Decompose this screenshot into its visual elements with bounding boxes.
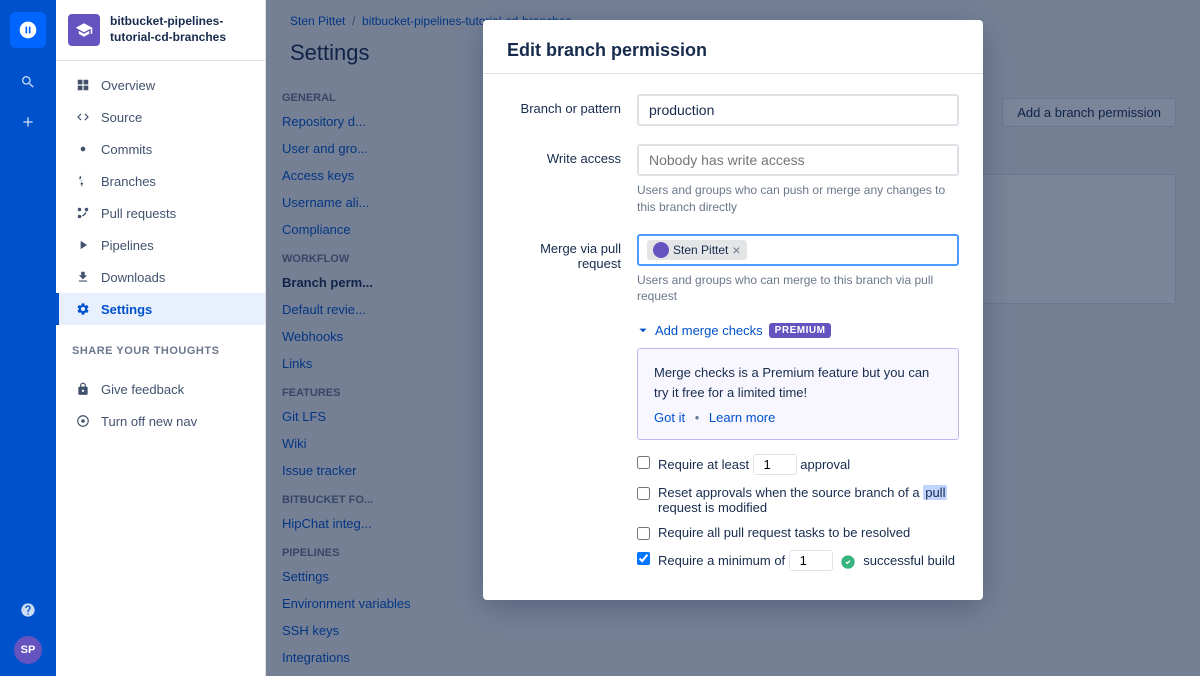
build-check-icon (840, 554, 856, 570)
sidebar-item-branches[interactable]: Branches (56, 165, 265, 197)
reset-approvals-checkbox[interactable] (637, 487, 650, 500)
sidebar-item-overview[interactable]: Overview (56, 69, 265, 101)
add-merge-checks-section: Add merge checks PREMIUM Merge checks is… (637, 323, 959, 571)
icon-bar: SP (0, 0, 56, 676)
app-logo[interactable] (10, 12, 46, 48)
overview-label: Overview (101, 78, 155, 93)
modal-header: Edit branch permission (483, 20, 983, 74)
help-icon[interactable] (10, 592, 46, 628)
reset-approvals-label: Reset approvals when the source branch o… (658, 485, 959, 515)
require-tasks-row: Require all pull request tasks to be res… (637, 525, 959, 540)
premium-badge: PREMIUM (769, 323, 832, 338)
modal-overlay: Edit branch permission Branch or pattern… (266, 0, 1200, 676)
nav-menu: Overview Source Commits Branches (56, 61, 265, 333)
sidebar-item-turn-off-nav[interactable]: Turn off new nav (56, 405, 265, 437)
branch-pattern-row: Branch or pattern (507, 94, 959, 126)
sidebar-item-pull-requests[interactable]: Pull requests (56, 197, 265, 229)
merge-pr-label: Merge via pull request (507, 234, 637, 271)
modal-body: Branch or pattern Write access Users and… (483, 74, 983, 600)
require-tasks-checkbox[interactable] (637, 527, 650, 540)
tag-label: Sten Pittet (673, 243, 728, 257)
footer-nav: Give feedback Turn off new nav (56, 365, 265, 445)
merge-pr-row: Merge via pull request Sten Pittet × Use… (507, 234, 959, 306)
add-merge-checks-label: Add merge checks (655, 323, 763, 338)
repo-header: bitbucket-pipelines-tutorial-cd-branches (56, 0, 265, 61)
branches-icon (75, 173, 91, 189)
modal-title: Edit branch permission (507, 40, 959, 61)
pull-requests-icon (75, 205, 91, 221)
settings-icon (75, 301, 91, 317)
require-build-checkbox[interactable] (637, 552, 650, 565)
downloads-icon (75, 269, 91, 285)
branch-pattern-label: Branch or pattern (507, 94, 637, 116)
write-access-label: Write access (507, 144, 637, 166)
require-build-row: Require a minimum of successful build (637, 550, 959, 571)
branches-label: Branches (101, 174, 156, 189)
feedback-icon (75, 381, 91, 397)
sten-pittet-tag: Sten Pittet × (647, 240, 747, 260)
create-icon[interactable] (10, 104, 46, 140)
source-icon (75, 109, 91, 125)
downloads-label: Downloads (101, 270, 165, 285)
sidebar-item-downloads[interactable]: Downloads (56, 261, 265, 293)
overview-icon (75, 77, 91, 93)
sidebar-item-source[interactable]: Source (56, 101, 265, 133)
repo-name: bitbucket-pipelines-tutorial-cd-branches (110, 14, 253, 45)
sidebar-item-commits[interactable]: Commits (56, 133, 265, 165)
sidebar-item-settings[interactable]: Settings (56, 293, 265, 325)
feedback-label: Give feedback (101, 382, 184, 397)
require-approval-row: Require at least approval (637, 454, 959, 475)
turn-off-nav-label: Turn off new nav (101, 414, 197, 429)
branch-pattern-field (637, 94, 959, 126)
merge-pr-tag-input[interactable]: Sten Pittet × (637, 234, 959, 266)
chevron-down-icon (637, 325, 649, 337)
edit-branch-permission-modal: Edit branch permission Branch or pattern… (483, 20, 983, 600)
learn-more-link-modal[interactable]: Learn more (709, 410, 775, 425)
sidebar-item-pipelines[interactable]: Pipelines (56, 229, 265, 261)
sidebar: bitbucket-pipelines-tutorial-cd-branches… (56, 0, 266, 676)
premium-notice-text: Merge checks is a Premium feature but yo… (654, 363, 942, 402)
tag-remove-button[interactable]: × (732, 243, 740, 257)
require-tasks-label: Require all pull request tasks to be res… (658, 525, 910, 540)
tag-user-avatar (653, 242, 669, 258)
approval-count-input[interactable] (753, 454, 797, 475)
share-thoughts-label: Share your thoughts (56, 333, 265, 365)
merge-pr-help: Users and groups who can merge to this b… (637, 272, 959, 306)
require-build-label: Require a minimum of successful build (658, 550, 955, 571)
pull-requests-label: Pull requests (101, 206, 176, 221)
require-approval-label: Require at least approval (658, 454, 850, 475)
premium-notice: Merge checks is a Premium feature but yo… (637, 348, 959, 440)
add-merge-checks-toggle[interactable]: Add merge checks PREMIUM (637, 323, 959, 338)
main-content: Sten Pittet / bitbucket-pipelines-tutori… (266, 0, 1200, 676)
write-access-input[interactable] (637, 144, 959, 176)
commits-label: Commits (101, 142, 152, 157)
pipelines-label: Pipelines (101, 238, 154, 253)
got-it-link[interactable]: Got it (654, 410, 685, 425)
repo-icon (68, 14, 100, 46)
source-label: Source (101, 110, 142, 125)
branch-pattern-input[interactable] (637, 94, 959, 126)
write-access-help: Users and groups who can push or merge a… (637, 182, 959, 216)
pipelines-icon (75, 237, 91, 253)
turn-off-nav-icon (75, 413, 91, 429)
reset-approvals-row: Reset approvals when the source branch o… (637, 485, 959, 515)
build-count-input[interactable] (789, 550, 833, 571)
merge-pr-field: Sten Pittet × Users and groups who can m… (637, 234, 959, 306)
sidebar-item-give-feedback[interactable]: Give feedback (56, 373, 265, 405)
pull-highlight: pull (923, 485, 947, 500)
premium-notice-links: Got it • Learn more (654, 410, 942, 425)
settings-label: Settings (101, 302, 152, 317)
search-icon[interactable] (10, 64, 46, 100)
write-access-field: Users and groups who can push or merge a… (637, 144, 959, 216)
user-avatar[interactable]: SP (14, 636, 42, 664)
require-approval-checkbox[interactable] (637, 456, 650, 469)
write-access-row: Write access Users and groups who can pu… (507, 144, 959, 216)
commits-icon (75, 141, 91, 157)
